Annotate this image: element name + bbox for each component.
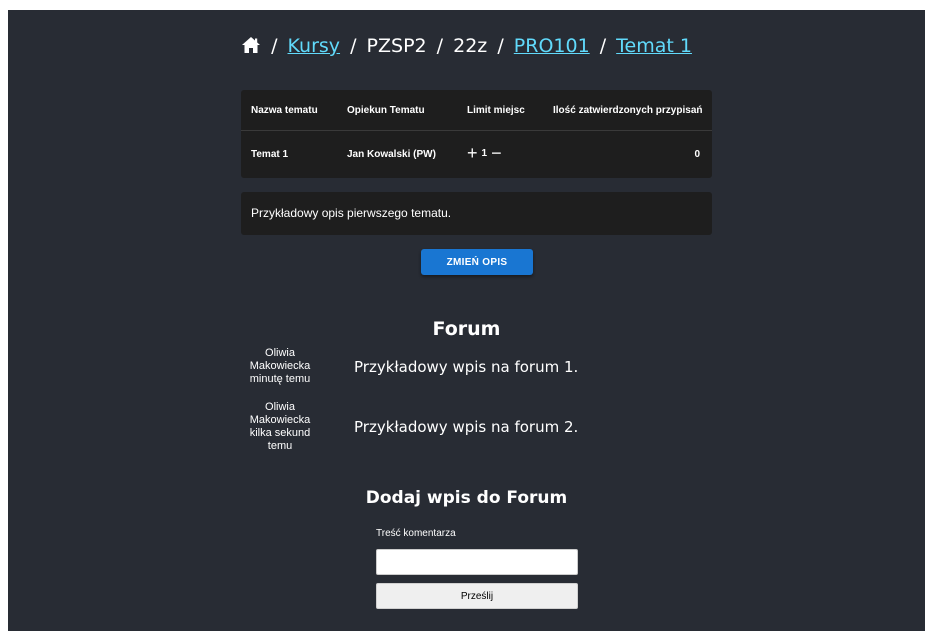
topics-table: Nazwa tematu Opiekun Tematu Limit miejsc…	[241, 90, 712, 177]
submit-button[interactable]: Prześlij	[376, 583, 578, 609]
post-text: Przykładowy wpis na forum 2.	[354, 418, 579, 436]
cell-approved-count: 0	[694, 148, 700, 160]
post-author-first-name: Oliwia	[265, 401, 295, 413]
minus-icon[interactable]: −	[491, 144, 502, 162]
post-time: minutę temu	[249, 373, 311, 385]
limit-stepper: + 1 −	[467, 144, 502, 162]
comment-input[interactable]	[376, 549, 578, 575]
breadcrumb-link-topic[interactable]: Temat 1	[616, 35, 692, 57]
breadcrumb-separator: /	[436, 35, 444, 57]
cell-seat-limit: + 1 −	[457, 131, 543, 178]
change-description-button[interactable]: ZMIEŃ OPIS	[421, 249, 533, 275]
table-header-row: Nazwa tematu Opiekun Tematu Limit miejsc…	[241, 90, 712, 131]
breadcrumb-link-kursy[interactable]: Kursy	[288, 35, 341, 57]
limit-value: 1	[481, 147, 488, 159]
breadcrumb-semester: 22z	[453, 35, 488, 57]
forum-post: Oliwia Makowiecka minutę temu Przykładow…	[248, 347, 668, 386]
breadcrumb-separator: /	[599, 35, 607, 57]
topic-description: Przykładowy opis pierwszego tematu.	[241, 192, 712, 235]
table-row: Temat 1 Jan Kowalski (PW) + 1 − 0	[241, 131, 712, 178]
header-topic-name: Nazwa tematu	[241, 90, 337, 131]
cell-topic-name: Temat 1	[251, 148, 289, 160]
header-topic-owner: Opiekun Tematu	[337, 90, 457, 131]
add-post-title: Dodaj wpis do Forum	[365, 488, 568, 508]
home-icon[interactable]	[241, 36, 261, 54]
forum-title: Forum	[432, 318, 501, 340]
post-author-first-name: Oliwia	[265, 347, 295, 359]
breadcrumb-course-code: PZSP2	[366, 35, 427, 57]
plus-icon[interactable]: +	[467, 144, 478, 162]
post-author-last-name: Makowiecka	[249, 360, 311, 372]
breadcrumb-separator: /	[271, 35, 278, 57]
breadcrumb-separator: /	[350, 35, 357, 57]
comment-label: Treść komentarza	[376, 528, 456, 539]
post-time: kilka sekund temu	[249, 427, 311, 452]
header-seat-limit: Limit miejsc	[457, 90, 543, 131]
header-approved-count: Ilość zatwierdzonych przypisań	[543, 90, 712, 131]
post-meta: Oliwia Makowiecka minutę temu	[248, 347, 312, 386]
forum-post: Oliwia Makowiecka kilka sekund temu Przy…	[248, 401, 668, 453]
page: / Kursy / PZSP2 / 22z / PRO101 / Temat 1…	[8, 10, 925, 631]
breadcrumb-link-subject[interactable]: PRO101	[514, 35, 590, 57]
post-text: Przykładowy wpis na forum 1.	[354, 357, 579, 376]
post-meta: Oliwia Makowiecka kilka sekund temu	[248, 401, 312, 453]
cell-topic-owner: Jan Kowalski (PW)	[347, 148, 436, 160]
topics-table-container: Nazwa tematu Opiekun Tematu Limit miejsc…	[241, 90, 712, 178]
breadcrumb-separator: /	[497, 35, 504, 57]
post-author-last-name: Makowiecka	[249, 414, 311, 426]
breadcrumb: / Kursy / PZSP2 / 22z / PRO101 / Temat 1	[8, 32, 925, 60]
